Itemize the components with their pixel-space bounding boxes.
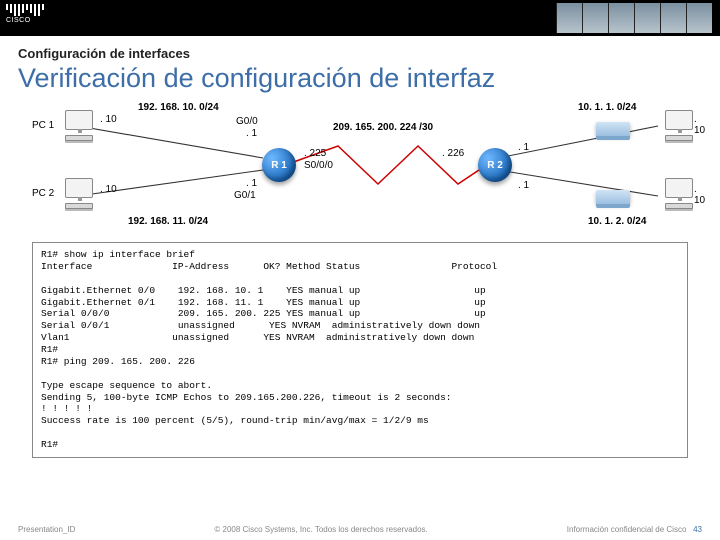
net-label-4: 10. 1. 1. 0/24 xyxy=(578,102,636,113)
network-diagram: 192. 168. 10. 0/24 192. 168. 11. 0/24 20… xyxy=(18,98,702,236)
router-label: R 1 xyxy=(271,160,287,171)
pc2-label: PC 2 xyxy=(32,188,54,199)
cli-output: R1# show ip interface brief Interface IP… xyxy=(32,242,688,458)
switch-icon xyxy=(596,190,630,204)
if-s000: S0/0/0 xyxy=(304,160,333,171)
pc1-label: PC 1 xyxy=(32,120,54,131)
page-number: 43 xyxy=(693,525,702,534)
section-kicker: Configuración de interfaces xyxy=(18,46,702,61)
router-r1-icon: R 1 xyxy=(262,148,296,182)
footer-left: Presentation_ID xyxy=(18,525,75,534)
slide-footer: Presentation_ID © 2008 Cisco Systems, In… xyxy=(0,525,720,534)
if-g00: G0/0 xyxy=(236,116,258,127)
photo-strip xyxy=(556,3,712,33)
footer-right: Información confidencial de Cisco xyxy=(567,525,687,534)
if-dot1: . 1 xyxy=(246,128,257,139)
net-label-2: 192. 168. 11. 0/24 xyxy=(128,216,208,227)
ip-last-octet: . 10 xyxy=(100,114,117,125)
router-r2-icon: R 2 xyxy=(478,148,512,182)
slide-title: Verificación de configuración de interfa… xyxy=(18,63,702,94)
if-dot226: . 226 xyxy=(442,148,464,159)
if-dot225: . 225 xyxy=(304,148,326,159)
content-area: Configuración de interfaces Verificación… xyxy=(0,36,720,458)
net-label-1: 192. 168. 10. 0/24 xyxy=(138,102,219,113)
pc-icon xyxy=(58,110,100,141)
ip-last-octet: . 10 xyxy=(100,184,117,195)
ip-last-octet: . 10 xyxy=(694,114,705,136)
if-dot1: . 1 xyxy=(518,180,529,191)
router-label: R 2 xyxy=(487,160,503,171)
brand-text: CISCO xyxy=(6,17,44,25)
ip-last-octet: . 10 xyxy=(694,184,705,206)
logo-bars-icon xyxy=(6,4,44,16)
switch-icon xyxy=(596,122,630,136)
if-g01: G0/1 xyxy=(234,190,256,201)
top-bar: CISCO xyxy=(0,0,720,36)
pc-icon xyxy=(58,178,100,209)
if-dot1: . 1 xyxy=(246,178,257,189)
net-label-5: 10. 1. 2. 0/24 xyxy=(588,216,646,227)
net-label-3: 209. 165. 200. 224 /30 xyxy=(333,122,433,133)
if-dot1: . 1 xyxy=(518,142,529,153)
cisco-logo: CISCO xyxy=(6,4,44,25)
footer-center: © 2008 Cisco Systems, Inc. Todos los der… xyxy=(214,525,427,534)
